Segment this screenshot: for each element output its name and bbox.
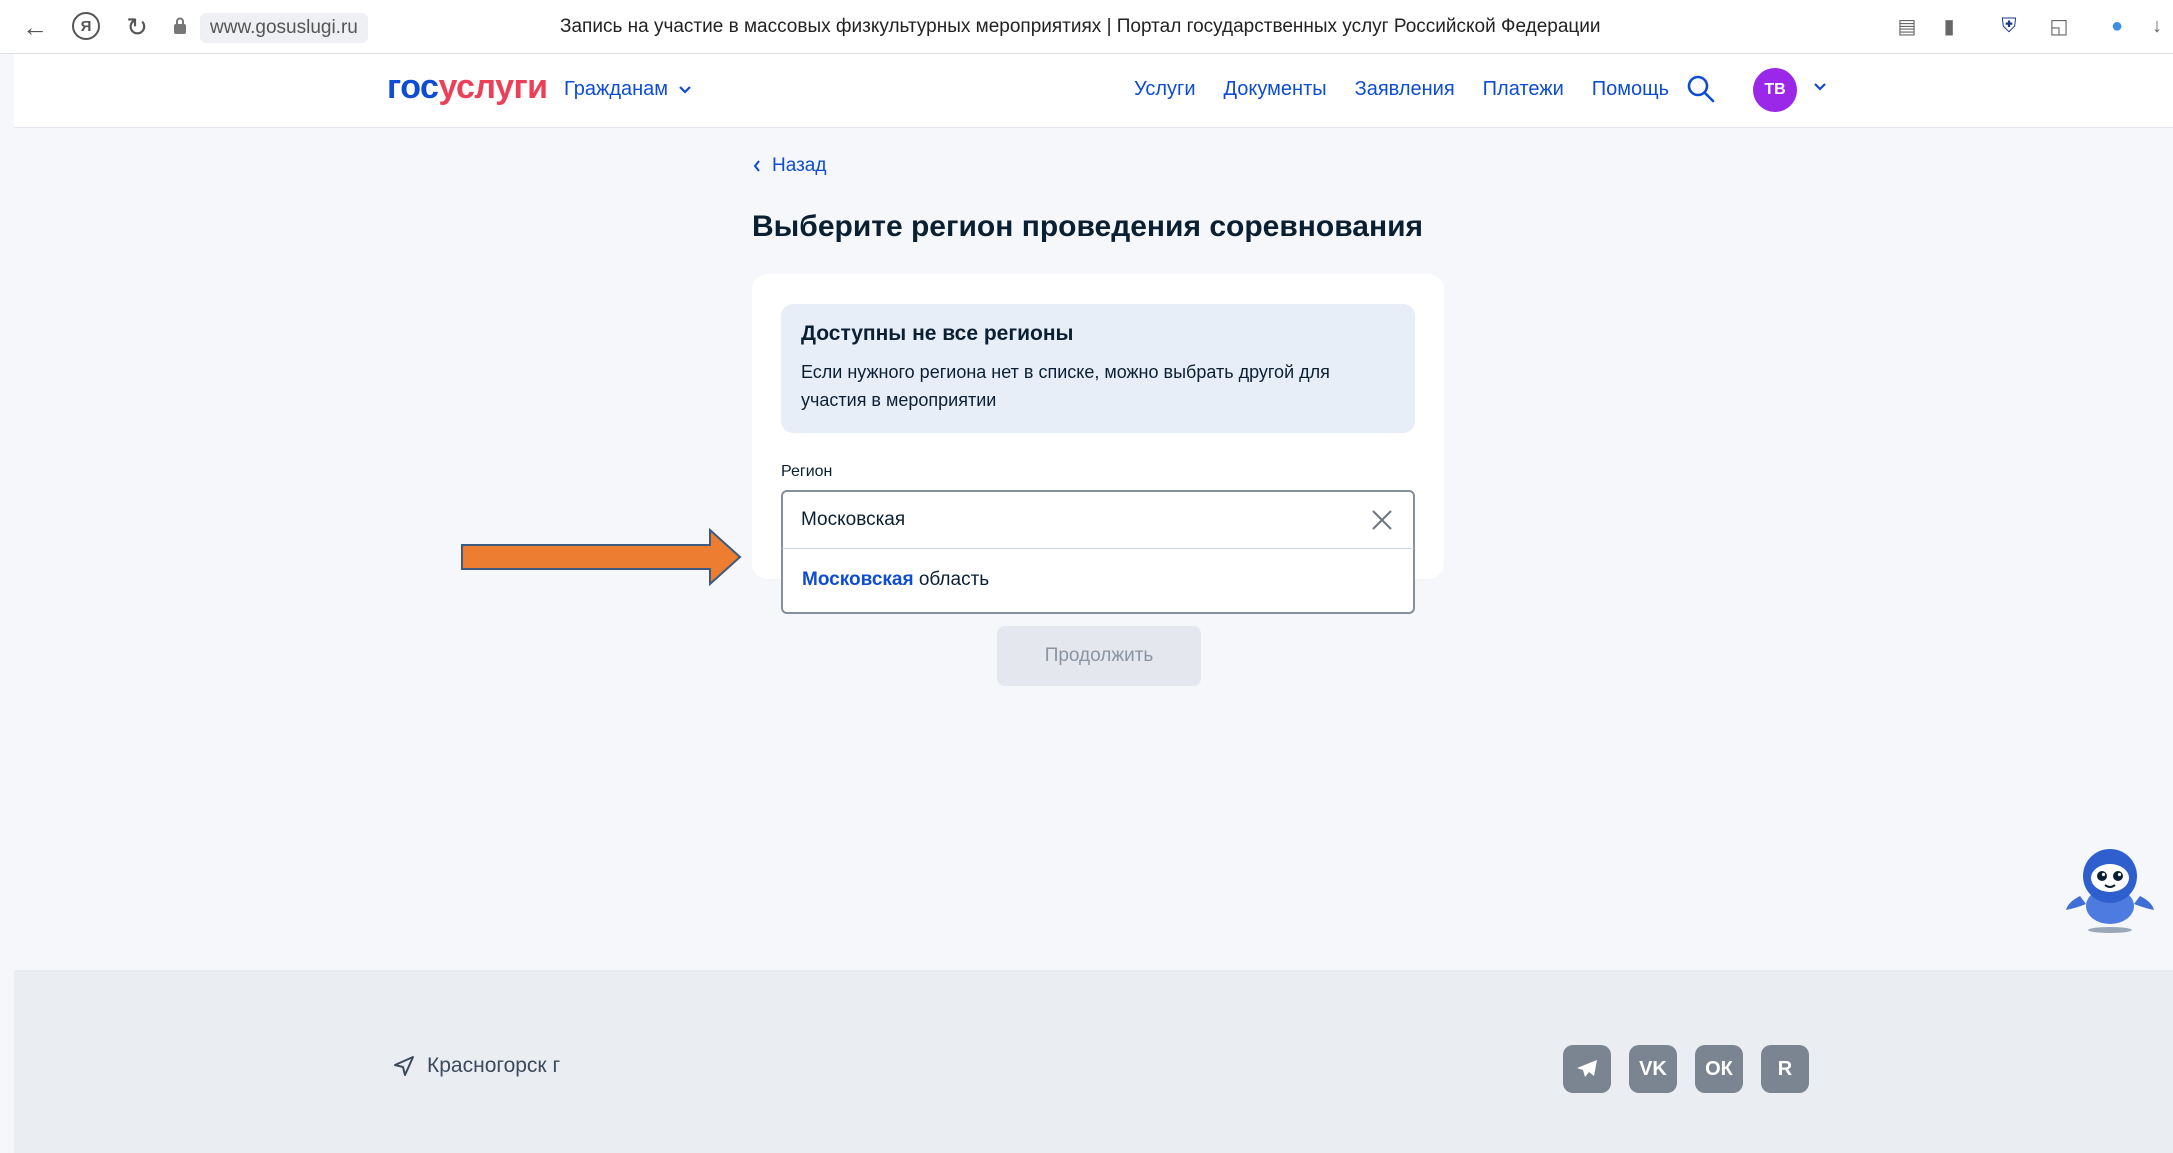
shield-icon[interactable]: ⛨ [1997,14,2021,38]
avatar[interactable]: ТВ [1753,68,1797,112]
back-link[interactable]: Назад [752,155,826,177]
chevron-down-icon[interactable] [1811,78,1829,96]
chevron-left-icon [753,160,760,172]
citizens-label: Гражданам [564,78,669,100]
translate-icon[interactable]: ▤ [1895,14,1919,38]
location-arrow-icon [394,1056,414,1076]
robot-assistant-icon[interactable] [2060,838,2160,938]
nav-services[interactable]: Услуги [1134,78,1196,101]
suggestion-match: Московская [802,569,914,590]
address-bar[interactable]: www.gosuslugi.ru [200,13,368,43]
collections-icon[interactable]: ◱ [2047,14,2071,38]
extension-icon[interactable]: ● [2105,14,2129,38]
back-label: Назад [772,155,827,176]
footer [14,970,2173,1153]
top-navigation: Услуги Документы Заявления Платежи Помощ… [1134,78,1669,101]
clear-icon[interactable] [1369,507,1395,533]
tab-title: Запись на участие в массовых физкультурн… [560,16,1601,37]
region-label: Регион [781,463,833,480]
nav-applications[interactable]: Заявления [1355,78,1455,101]
lock-icon [174,17,186,34]
location-link[interactable]: Красногорск г [393,1054,560,1078]
site-header: госуслуги Гражданам Услуги Документы Зая… [14,54,2173,128]
region-input[interactable] [781,490,1415,550]
region-suggestion[interactable]: Московская область [781,548,1415,614]
annotation-arrow-icon [461,528,742,586]
gosuslugi-logo[interactable]: госуслуги [387,68,548,107]
browser-toolbar: ← Я ↻ www.gosuslugi.ru Запись на участие… [0,0,2173,54]
chevron-down-icon [679,85,691,94]
reload-icon[interactable]: ↻ [122,12,152,42]
bookmark-icon[interactable]: ▮ [1937,14,1961,38]
info-box: Доступны не все регионы Если нужного рег… [781,304,1415,433]
info-text: Если нужного региона нет в списке, можно… [801,362,1330,410]
suggestion-rest: область [913,569,990,590]
search-icon[interactable] [1686,74,1716,104]
nav-documents[interactable]: Документы [1224,78,1327,101]
ok-icon[interactable]: ОК [1695,1045,1743,1093]
location-label: Красногорск г [427,1054,561,1077]
yandex-icon[interactable]: Я [72,12,100,40]
page-title: Выберите регион проведения соревнования [752,210,1424,243]
nav-help[interactable]: Помощь [1592,78,1669,101]
continue-button[interactable]: Продолжить [997,626,1201,686]
citizens-menu[interactable]: Гражданам [564,78,692,101]
browser-back-icon[interactable]: ← [20,12,50,42]
rutube-icon[interactable]: R [1761,1045,1809,1093]
download-icon[interactable]: ↓ [2145,14,2169,38]
info-title: Доступны не все регионы [801,322,1074,345]
vk-icon[interactable]: VK [1629,1045,1677,1093]
telegram-icon[interactable] [1563,1045,1611,1093]
nav-payments[interactable]: Платежи [1483,78,1564,101]
